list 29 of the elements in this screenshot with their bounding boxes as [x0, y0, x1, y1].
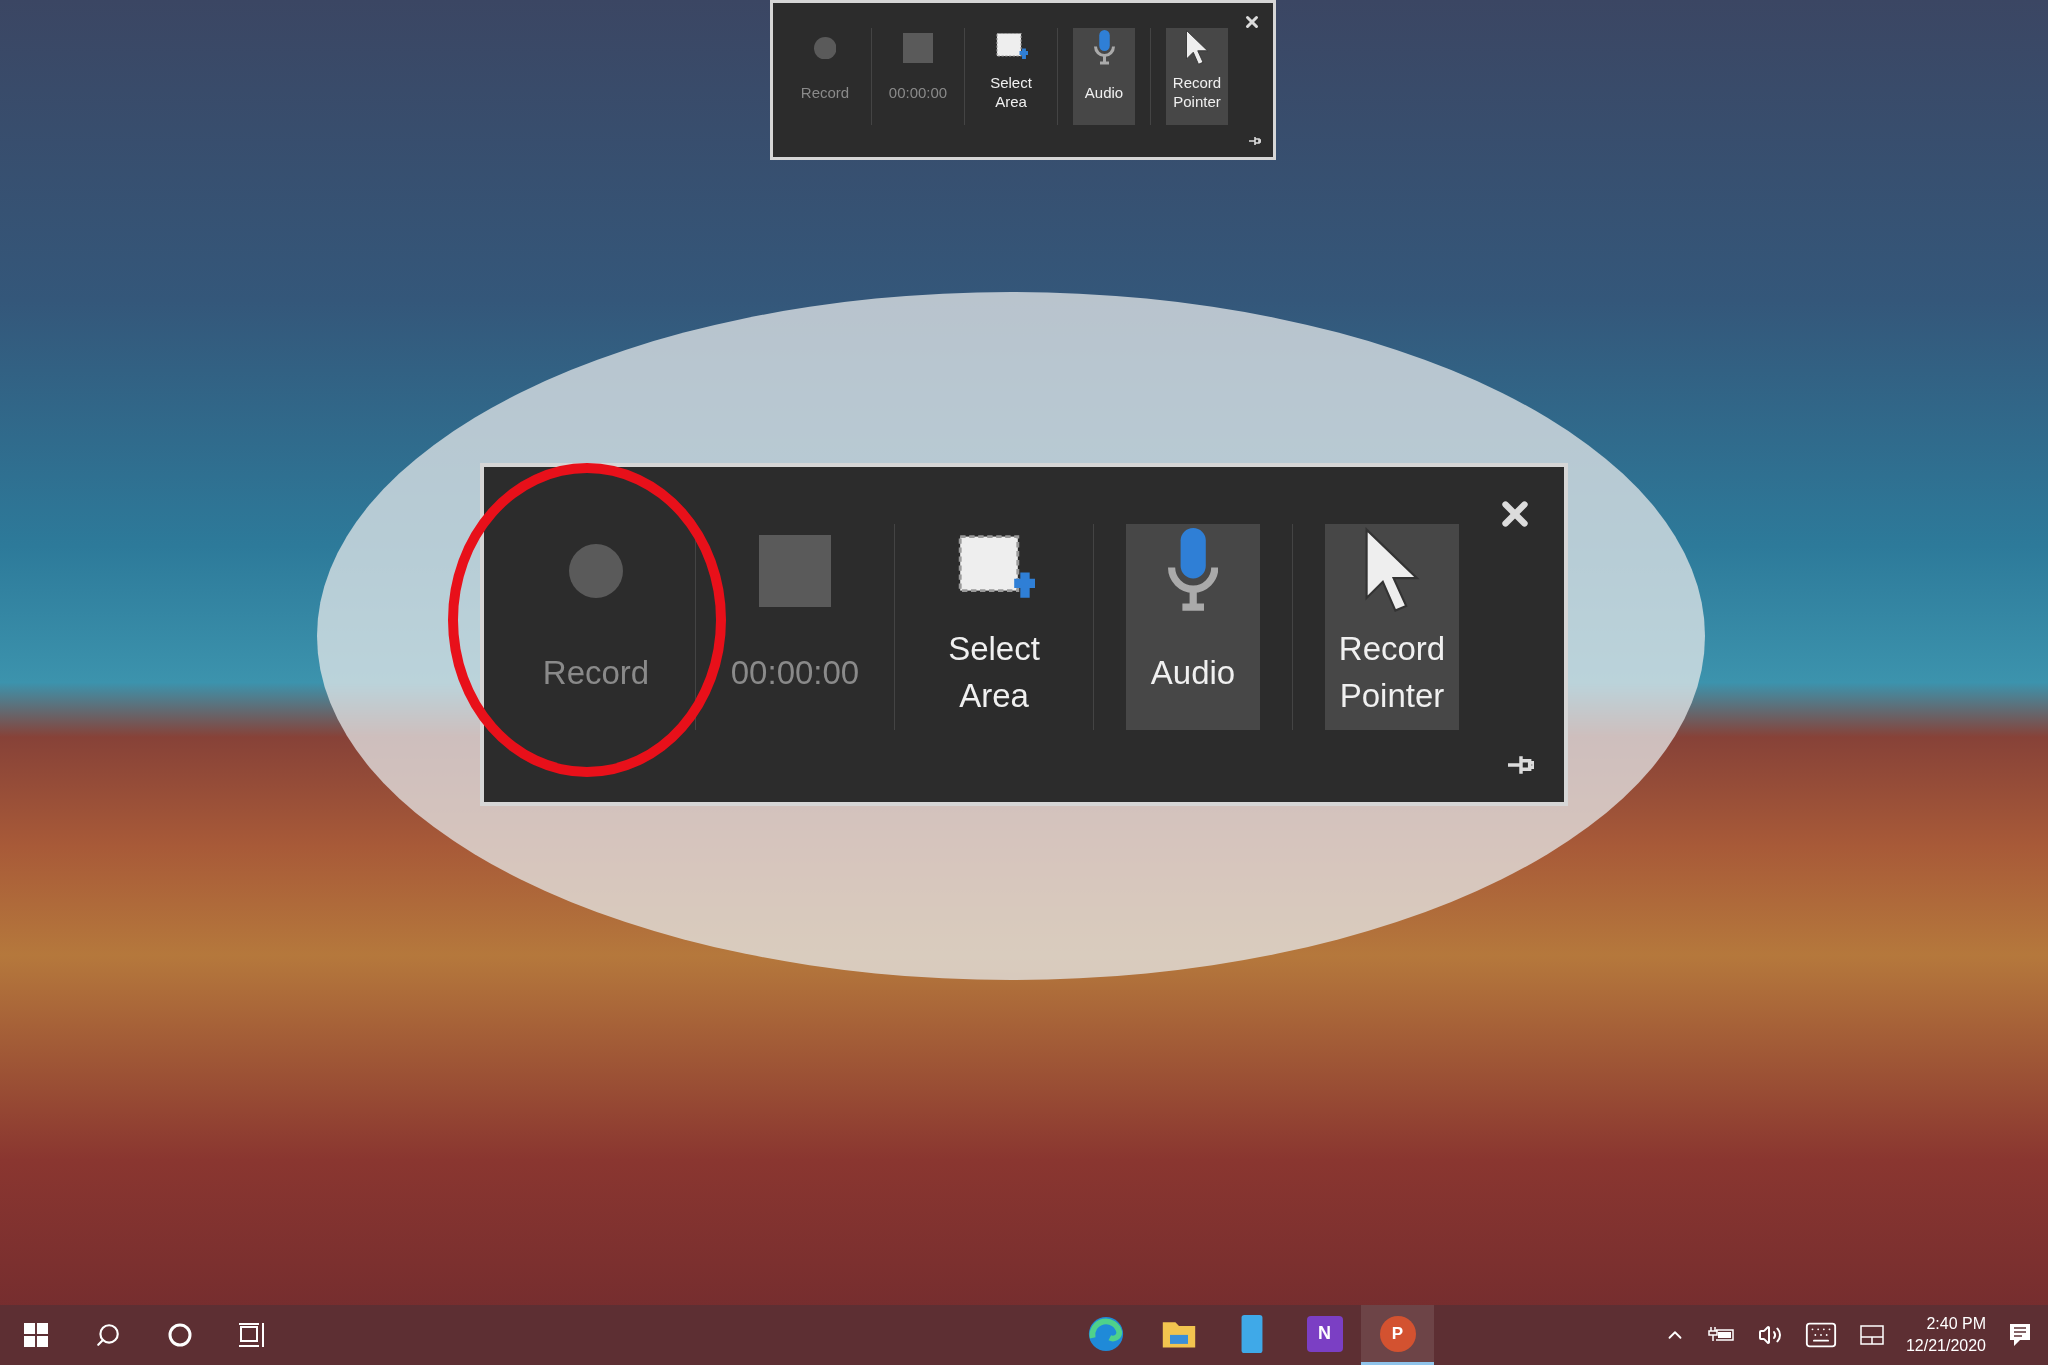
record-dot-icon — [569, 544, 623, 598]
audio-button[interactable]: Audio — [1126, 524, 1260, 730]
assistant-circle-icon[interactable] — [168, 1323, 192, 1347]
task-view-icon[interactable] — [239, 1323, 265, 1347]
pointer-button[interactable]: Record Pointer — [1166, 28, 1228, 125]
pointer-button[interactable]: Record Pointer — [1325, 524, 1459, 730]
windows-start-icon[interactable] — [24, 1323, 48, 1347]
browser-icon — [1086, 1314, 1125, 1353]
select-area-button[interactable]: Select Area — [927, 524, 1061, 730]
close-icon[interactable] — [1243, 13, 1261, 31]
speaker-icon[interactable] — [1757, 1323, 1782, 1347]
clock-date[interactable]: 12/21/2020 — [1905, 1335, 1986, 1357]
notebook-app-icon: N — [1306, 1315, 1343, 1352]
touchpad-icon[interactable] — [1859, 1325, 1884, 1345]
stop-square-icon — [759, 535, 831, 607]
select-area-button[interactable]: Select Area — [980, 28, 1042, 125]
clock-time[interactable]: 2:40 PM — [1926, 1313, 1986, 1335]
battery-plug-icon[interactable] — [1707, 1326, 1736, 1344]
record-dot-icon — [813, 36, 837, 60]
presentation-app-icon: P — [1379, 1315, 1416, 1352]
taskbar-app-button[interactable]: N — [1288, 1305, 1361, 1365]
taskbar-app-button[interactable]: P — [1361, 1305, 1434, 1365]
pin-icon[interactable] — [1249, 135, 1261, 147]
stop-square-icon — [903, 33, 933, 63]
audio-button[interactable]: Audio — [1073, 28, 1135, 125]
cursor-arrow-icon — [1185, 29, 1209, 67]
microphone-icon — [1093, 30, 1115, 66]
search-icon[interactable] — [95, 1322, 121, 1348]
phone-icon — [1240, 1314, 1263, 1353]
